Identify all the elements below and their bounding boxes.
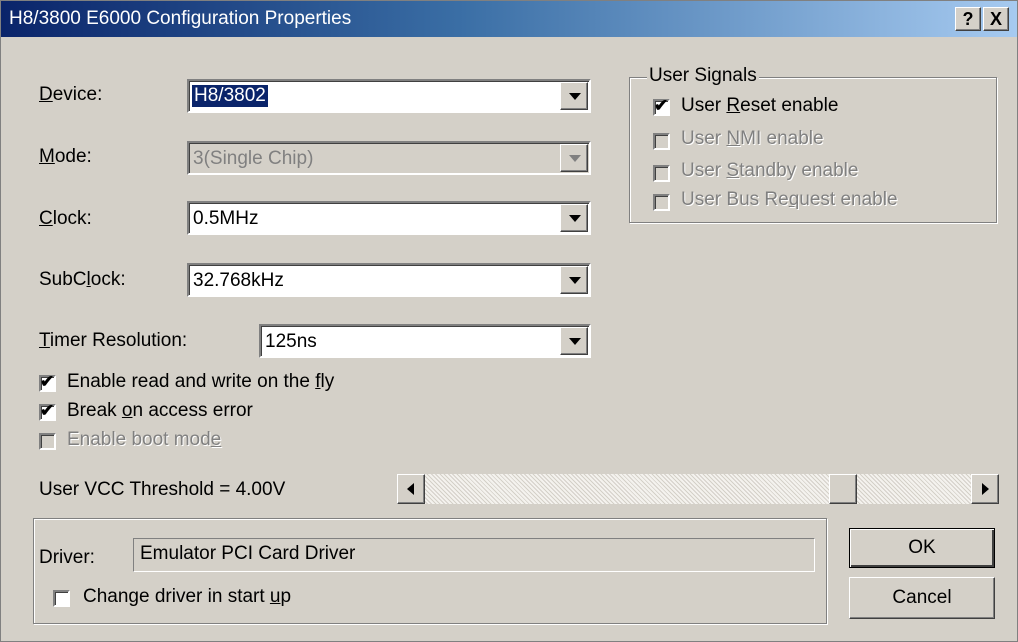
configuration-dialog: H8/3800 E6000 Configuration Properties ?… [0, 0, 1018, 642]
user-bus-request-label: User Bus Request enable [681, 189, 898, 210]
user-bus-request-checkbox [653, 194, 670, 211]
driver-value: Emulator PCI Card Driver [140, 543, 356, 564]
chevron-down-icon [569, 215, 581, 222]
chevron-down-icon [569, 93, 581, 100]
fly-checkbox[interactable]: ✔ [39, 372, 56, 392]
user-standby-checkbox [653, 165, 670, 182]
device-combobox[interactable]: H8/3802 [187, 79, 591, 113]
clock-value: 0.5MHz [193, 208, 259, 229]
checkmark-icon: ✔ [40, 401, 55, 420]
mode-combobox: 3(Single Chip) [187, 141, 591, 175]
mode-label: Mode: [39, 146, 92, 167]
device-label: Device: [39, 84, 103, 105]
timer-resolution-dropdown-button[interactable] [560, 327, 588, 355]
driver-field: Emulator PCI Card Driver [133, 538, 815, 572]
user-reset-label[interactable]: User Reset enable [681, 95, 838, 117]
checkmark-icon: ✔ [40, 372, 55, 391]
fly-checkbox-label[interactable]: Enable read and write on the fly [67, 371, 334, 393]
ok-button[interactable]: OK [849, 528, 995, 568]
chevron-down-icon [569, 338, 581, 345]
window-title: H8/3800 E6000 Configuration Properties [9, 8, 352, 29]
arrow-left-icon [407, 483, 414, 495]
subclock-combobox[interactable]: 32.768kHz [187, 263, 591, 297]
clock-dropdown-button[interactable] [560, 204, 588, 232]
scroll-right-button[interactable] [971, 474, 999, 504]
device-value: H8/3802 [191, 84, 269, 108]
timer-resolution-value: 125ns [265, 331, 317, 352]
cancel-button[interactable]: Cancel [849, 577, 995, 619]
close-button[interactable]: X [983, 7, 1009, 31]
mode-value: 3(Single Chip) [193, 148, 314, 169]
user-standby-label: User Standby enable [681, 160, 859, 181]
subclock-label: SubClock: [39, 269, 126, 290]
subclock-value: 32.768kHz [193, 270, 284, 291]
device-dropdown-button[interactable] [560, 82, 588, 110]
chevron-down-icon [569, 155, 581, 162]
user-nmi-checkbox [653, 133, 670, 150]
break-checkbox[interactable]: ✔ [39, 401, 56, 421]
vcc-threshold-label: User VCC Threshold = 4.00V [39, 479, 286, 500]
change-driver-checkbox[interactable] [53, 590, 70, 607]
title-bar[interactable]: H8/3800 E6000 Configuration Properties ?… [1, 1, 1017, 37]
break-checkbox-label[interactable]: Break on access error [67, 400, 253, 422]
slider-thumb[interactable] [829, 474, 858, 504]
clock-label: Clock: [39, 208, 92, 229]
timer-resolution-combobox[interactable]: 125ns [259, 324, 591, 358]
driver-label: Driver: [39, 547, 95, 568]
user-nmi-label: User NMI enable [681, 128, 824, 149]
change-driver-label[interactable]: Change driver in start up [83, 586, 291, 608]
timer-resolution-label: Timer Resolution: [39, 330, 188, 351]
checkmark-icon: ✔ [654, 96, 669, 115]
scroll-left-button[interactable] [397, 474, 425, 504]
vcc-threshold-slider[interactable] [397, 474, 999, 504]
boot-mode-checkbox-label: Enable boot mode [67, 429, 222, 450]
mode-dropdown-button [560, 144, 588, 172]
arrow-right-icon [982, 483, 989, 495]
user-reset-checkbox[interactable]: ✔ [653, 96, 670, 116]
clock-combobox[interactable]: 0.5MHz [187, 201, 591, 235]
user-signals-title: User Signals [647, 65, 759, 87]
help-button[interactable]: ? [955, 7, 981, 31]
subclock-dropdown-button[interactable] [560, 266, 588, 294]
chevron-down-icon [569, 277, 581, 284]
boot-mode-checkbox [39, 433, 56, 450]
